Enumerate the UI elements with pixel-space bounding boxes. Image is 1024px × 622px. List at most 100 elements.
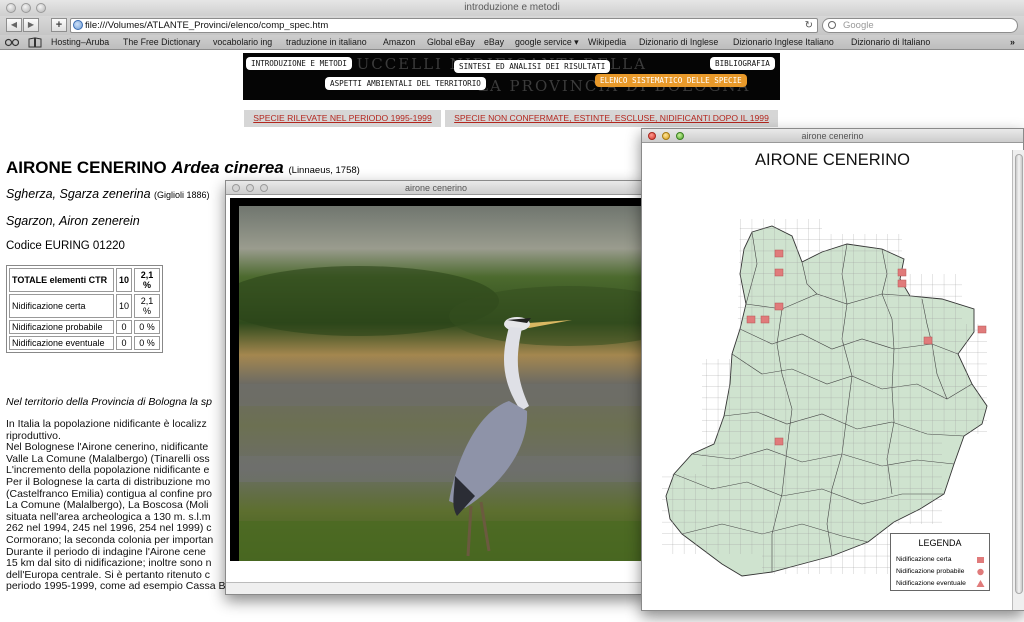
nav-sintesi[interactable]: SINTESI ED ANALISI DEI RISULTATI — [454, 60, 611, 73]
euring-code: Codice EURING 01220 — [6, 240, 125, 252]
marker-certa — [774, 268, 784, 277]
bookmarks-bar: Hosting–Aruba The Free Dictionary vocabo… — [0, 35, 1024, 50]
photo-window-close-button[interactable] — [232, 184, 240, 192]
browser-titlebar: introduzione e metodi — [0, 0, 1024, 16]
photo-frame — [230, 198, 641, 561]
table-cell: Nidificazione probabile — [9, 320, 114, 334]
legend-circle-icon — [977, 568, 984, 576]
table-cell: TOTALE elementi CTR — [9, 268, 114, 292]
globe-icon — [73, 20, 83, 30]
map-window-minimize-button[interactable] — [662, 132, 670, 140]
bookmark-dizionario-inglese-italiano[interactable]: Dizionario Inglese Italiano — [733, 35, 834, 50]
dialect-name-1: Sgherza, Sgarza zenerina (Giglioli 1886) — [6, 187, 210, 201]
dialect-name-2: Sgarzon, Airon zenerein — [6, 214, 140, 228]
nav-elenco-sistematico[interactable]: ELENCO SISTEMATICO DELLE SPECIE — [595, 74, 747, 87]
bookmark-dizionario-italiano[interactable]: Dizionario di Italiano — [851, 35, 930, 50]
species-heading: AIRONE CENERINO Ardea cinerea (Linnaeus,… — [6, 158, 360, 178]
marker-certa — [774, 437, 784, 446]
nav-bibliografia[interactable]: BIBLIOGRAFIA — [710, 57, 775, 70]
screen: introduzione e metodi ◀ ▶ + file:///Volu… — [0, 0, 1024, 622]
bookmark-google-service[interactable]: google service ▾ — [515, 35, 579, 50]
bookmark-global-ebay[interactable]: Global eBay — [427, 35, 475, 50]
map-window-titlebar[interactable]: airone cenerino — [642, 129, 1023, 143]
legend-square-icon — [977, 557, 984, 563]
browser-toolbar: ◀ ▶ + file:///Volumes/ATLANTE_Provinci/e… — [0, 16, 1024, 35]
reload-icon[interactable]: ↻ — [805, 19, 813, 32]
photo-window-title: airone cenerino — [404, 183, 468, 193]
bookmarks-overflow-button[interactable]: » — [1010, 35, 1015, 50]
browser-window-title: introduzione e metodi — [464, 2, 560, 13]
photo-window-hscrollbar[interactable] — [226, 582, 646, 594]
table-cell: Nidificazione eventuale — [9, 336, 114, 350]
map-legend: LEGENDA Nidificazione certa Nidificazion… — [890, 533, 990, 591]
table-cell: 2,1 % — [134, 268, 161, 292]
photo-window-minimize-button[interactable] — [246, 184, 254, 192]
photo-window-titlebar[interactable]: airone cenerino — [226, 181, 646, 195]
nav-aspetti-ambientali[interactable]: ASPETTI AMBIENTALI DEL TERRITORIO — [325, 77, 486, 90]
window-minimize-button[interactable] — [21, 3, 31, 13]
bookmark-wikipedia[interactable]: Wikipedia — [588, 35, 626, 50]
map-window-title: airone cenerino — [801, 131, 864, 141]
bookmarks-book-icon[interactable] — [28, 37, 42, 48]
table-cell: 10 — [116, 268, 133, 292]
bookmark-traduzione[interactable]: traduzione in italiano — [286, 35, 367, 50]
marker-certa — [897, 268, 907, 277]
table-row: Nidificazione certa 10 2,1 % — [9, 294, 161, 318]
site-banner: EGLI UCCELLI NIDIFICANTI DELLA LA PROVIN… — [243, 53, 780, 100]
table-cell: 0 — [116, 320, 133, 334]
page-scroll-thumb[interactable] — [1015, 154, 1023, 594]
table-row: Nidificazione eventuale 0 0 % — [9, 336, 161, 350]
table-row: TOTALE elementi CTR 10 2,1 % — [9, 268, 161, 292]
table-cell: Nidificazione certa — [9, 294, 114, 318]
species-author: (Linnaeus, 1758) — [288, 165, 360, 176]
address-bar[interactable]: file:///Volumes/ATLANTE_Provinci/elenco/… — [70, 18, 818, 33]
back-button[interactable]: ◀ — [6, 18, 22, 32]
distribution-map — [662, 219, 988, 577]
bookmark-vocabolario[interactable]: vocabolario ing — [213, 35, 272, 50]
legend-probabile-label: Nidificazione probabile — [896, 568, 965, 575]
table-cell: 0 % — [134, 336, 161, 350]
table-cell: 0 — [116, 336, 133, 350]
search-input[interactable]: Google — [822, 18, 1018, 33]
search-icon — [828, 21, 836, 29]
reading-glasses-icon[interactable] — [5, 38, 19, 47]
nesting-stats-table: TOTALE elementi CTR 10 2,1 % Nidificazio… — [6, 265, 164, 353]
bookmark-dizionario-inglese[interactable]: Dizionario di Inglese — [639, 35, 718, 50]
map-window-zoom-button[interactable] — [676, 132, 684, 140]
add-tab-button[interactable]: + — [51, 18, 67, 32]
marker-certa — [774, 249, 784, 258]
subnav-specie-non-confermate[interactable]: SPECIE NON CONFERMATE, ESTINTE, ESCLUSE,… — [445, 110, 778, 127]
dialect-name-1-text: Sgherza, Sgarza zenerina — [6, 187, 151, 201]
map-window-close-button[interactable] — [648, 132, 656, 140]
nav-introduzione[interactable]: INTRODUZIONE E METODI — [246, 57, 353, 70]
forward-button[interactable]: ▶ — [23, 18, 39, 32]
species-scientific-name: Ardea cinerea — [171, 158, 284, 177]
photo-window[interactable]: airone cenerino — [225, 180, 647, 595]
bookmark-free-dictionary[interactable]: The Free Dictionary — [123, 35, 200, 50]
search-placeholder: Google — [843, 20, 874, 31]
bookmark-hosting[interactable]: Hosting–Aruba — [51, 35, 109, 50]
marker-certa — [746, 315, 756, 324]
intro-heading: Nel territorio della Provincia di Bologn… — [6, 396, 213, 408]
marker-certa — [923, 336, 933, 345]
bookmark-amazon[interactable]: Amazon — [383, 35, 415, 50]
legend-triangle-icon — [976, 580, 985, 587]
table-cell: 10 — [116, 294, 133, 318]
subnav-specie-rilevate[interactable]: SPECIE RILEVATE NEL PERIODO 1995-1999 — [244, 110, 441, 127]
window-close-button[interactable] — [6, 3, 16, 13]
marker-certa — [760, 315, 770, 324]
marker-certa — [897, 279, 907, 288]
legend-eventuale-label: Nidificazione eventuale — [896, 580, 966, 587]
dialect-name-1-source: (Giglioli 1886) — [154, 190, 210, 200]
marker-certa — [977, 325, 987, 334]
page-vscrollbar[interactable] — [1012, 150, 1024, 610]
url-text: file:///Volumes/ATLANTE_Provinci/elenco/… — [85, 20, 329, 31]
bookmark-ebay[interactable]: eBay — [484, 35, 504, 50]
table-cell: 2,1 % — [134, 294, 161, 318]
utm-grid — [662, 219, 987, 574]
window-zoom-button[interactable] — [36, 3, 46, 13]
photo-window-zoom-button[interactable] — [260, 184, 268, 192]
map-window[interactable]: airone cenerino AIRONE CENERINO LEGENDA … — [641, 128, 1024, 611]
table-cell: 0 % — [134, 320, 161, 334]
grey-heron-photo — [239, 206, 641, 561]
